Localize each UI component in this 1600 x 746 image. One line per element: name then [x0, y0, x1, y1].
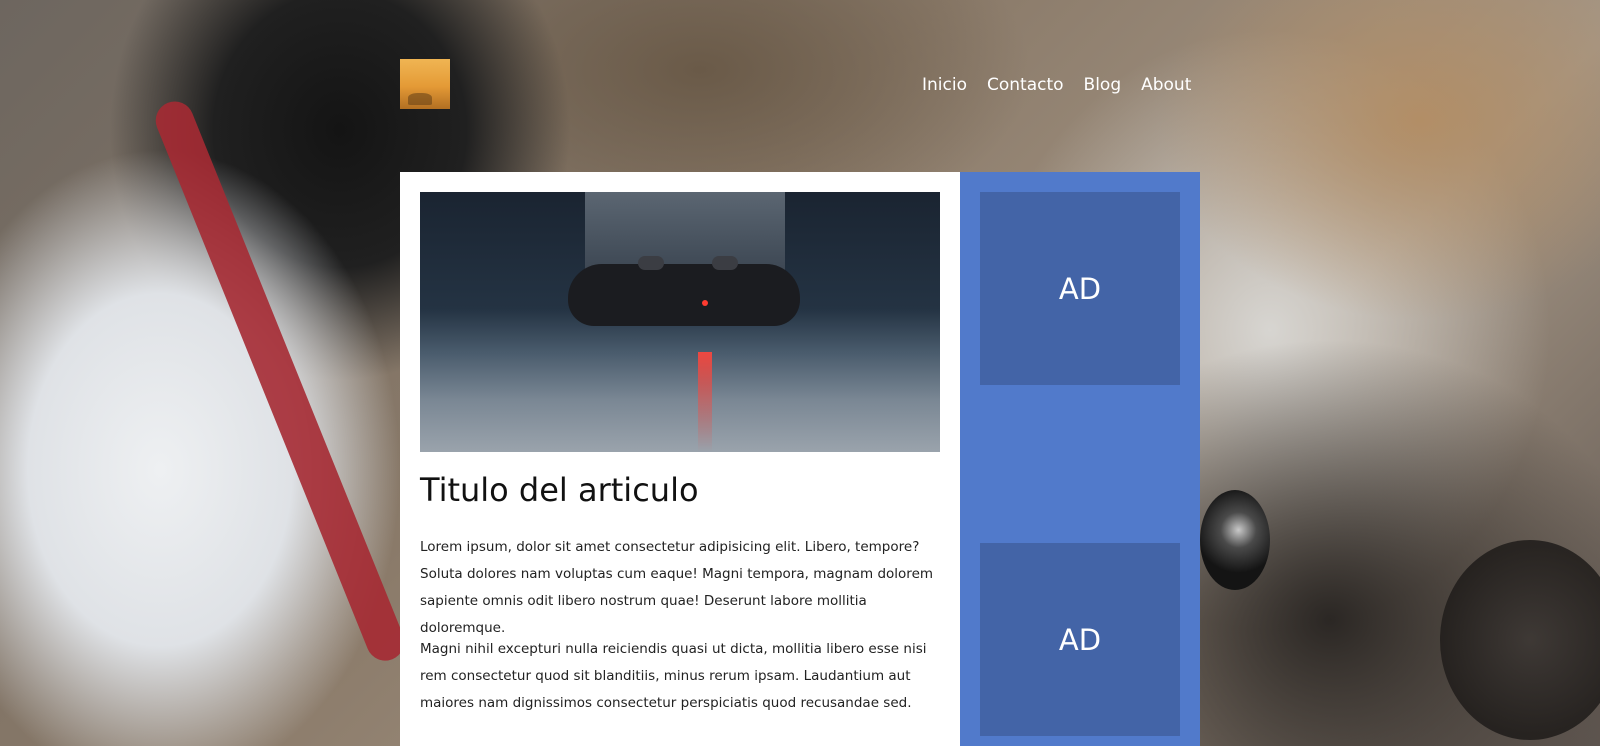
nav-link-blog[interactable]: Blog [1084, 74, 1122, 96]
nav-link-inicio[interactable]: Inicio [922, 74, 967, 96]
background-nose [1440, 540, 1600, 740]
nav-link-contacto[interactable]: Contacto [987, 74, 1064, 96]
article-hero-image [420, 192, 940, 452]
logo-image[interactable] [400, 59, 450, 109]
article-paragraph: Lorem ipsum, dolor sit amet consectetur … [420, 539, 934, 636]
hero-gamepad [568, 264, 800, 326]
article-paragraph: Magni nihil excepturi nulla reiciendis q… [420, 641, 927, 711]
sidebar: AD AD [960, 172, 1200, 746]
hero-left-stick [638, 256, 664, 270]
background-eye [1200, 490, 1270, 590]
nav-link-about[interactable]: About [1141, 74, 1191, 96]
article-title: Titulo del articulo [420, 471, 699, 509]
background-collar [150, 95, 410, 667]
hero-right-stick [712, 256, 738, 270]
ad-slot[interactable]: AD [980, 192, 1180, 385]
main-nav: Inicio Contacto Blog About [922, 74, 1191, 96]
logo-deer-silhouette [408, 93, 432, 105]
ad-slot[interactable]: AD [980, 543, 1180, 736]
hero-led [702, 300, 708, 306]
hero-led-reflection [698, 352, 712, 452]
article-card: Titulo del articulo Lorem ipsum, dolor s… [400, 172, 960, 746]
